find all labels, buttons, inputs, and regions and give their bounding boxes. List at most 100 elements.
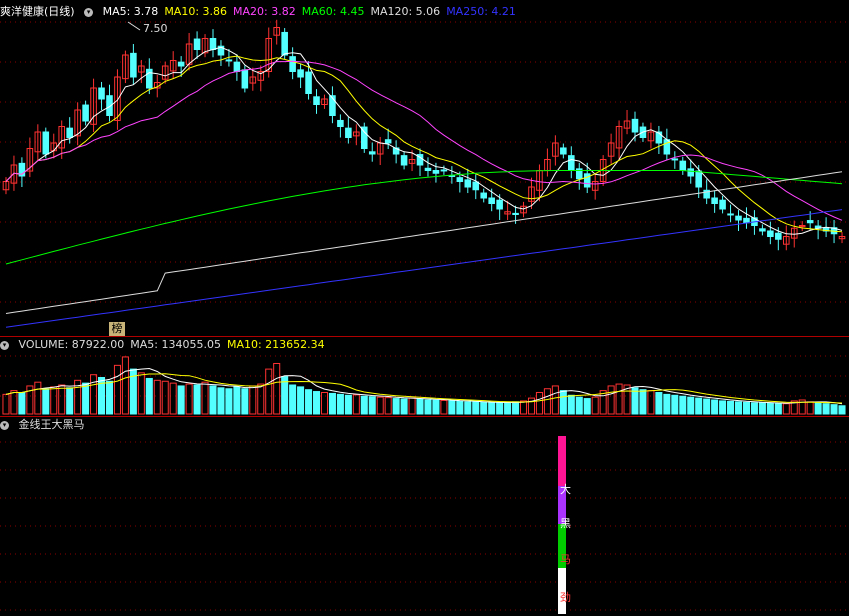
candle bbox=[512, 212, 519, 215]
volume-panel-header: ▾ VOLUME: 87922.00 MA5: 134055.05 MA10: 21… bbox=[0, 337, 337, 353]
candle bbox=[759, 228, 766, 232]
volume-bar bbox=[488, 402, 496, 415]
volume-bar bbox=[695, 397, 703, 415]
list-badge[interactable]: 榜 bbox=[109, 322, 125, 336]
volume-bar bbox=[352, 394, 360, 415]
volume-bar bbox=[424, 399, 432, 415]
volume-bar bbox=[90, 374, 98, 415]
volume-bar bbox=[448, 400, 456, 415]
candle bbox=[313, 96, 320, 106]
volume-bar bbox=[774, 403, 782, 415]
volume-legend: VOLUME: 87922.00 MA5: 134055.05 MA10: 2136… bbox=[19, 338, 331, 351]
candle bbox=[297, 69, 304, 78]
candle bbox=[305, 71, 312, 95]
volume-bar bbox=[368, 396, 376, 415]
candle bbox=[488, 197, 495, 204]
candle bbox=[384, 139, 392, 144]
volume-bar bbox=[416, 398, 424, 415]
volume-bar bbox=[249, 385, 257, 415]
volume-bar bbox=[161, 380, 169, 415]
volume-label-0: VOLUME: 87922.00 bbox=[18, 338, 125, 351]
ma-label-0: MA5: 3.78 bbox=[102, 5, 159, 18]
volume-bar bbox=[727, 400, 735, 415]
settings-circle-icon[interactable]: ▾ bbox=[0, 420, 9, 430]
stock-title[interactable]: 爽洋健康(日线) bbox=[0, 5, 75, 18]
volume-bar bbox=[145, 377, 153, 415]
volume-bar bbox=[512, 401, 520, 415]
volume-bar bbox=[464, 401, 472, 415]
volume-bar bbox=[273, 362, 281, 415]
volume-bar bbox=[105, 380, 114, 415]
candle bbox=[806, 220, 814, 224]
indicator-title[interactable]: 金线王大黑马 bbox=[19, 418, 85, 431]
settings-circle-icon[interactable]: ▾ bbox=[84, 7, 94, 17]
volume-bar bbox=[607, 385, 615, 415]
volume-bar bbox=[2, 393, 10, 415]
signal-char: 马 bbox=[560, 553, 571, 566]
candle bbox=[193, 38, 201, 50]
volume-bar bbox=[336, 393, 344, 415]
volume-bar bbox=[201, 381, 209, 415]
volume-bar bbox=[440, 399, 448, 415]
volume-bar bbox=[66, 387, 74, 415]
volume-bar bbox=[671, 394, 679, 415]
stock-chart[interactable]: 大黑马劲 bbox=[0, 0, 849, 616]
volume-bar bbox=[50, 386, 58, 415]
volume-bar bbox=[153, 379, 161, 415]
candle bbox=[480, 192, 488, 199]
volume-bar bbox=[185, 383, 193, 415]
volume-bar bbox=[328, 392, 336, 415]
candle bbox=[42, 131, 50, 155]
volume-bar bbox=[631, 387, 639, 415]
volume-bar bbox=[113, 364, 121, 415]
volume-bar bbox=[58, 384, 66, 415]
candle bbox=[743, 217, 750, 224]
volume-bar bbox=[750, 402, 758, 415]
candle bbox=[209, 38, 217, 50]
volume-bar bbox=[711, 399, 719, 415]
volume-bar bbox=[18, 391, 26, 415]
ma-label-1: MA10: 3.86 bbox=[164, 5, 228, 18]
volume-bar bbox=[535, 391, 543, 415]
candle bbox=[687, 168, 695, 177]
volume-bar bbox=[583, 398, 591, 415]
candle bbox=[98, 87, 105, 100]
volume-bar bbox=[814, 402, 822, 415]
candle bbox=[560, 147, 567, 155]
candle bbox=[767, 230, 774, 237]
volume-bar bbox=[615, 383, 623, 415]
volume-bar bbox=[591, 396, 599, 415]
volume-bar bbox=[543, 388, 551, 415]
ma-label-4: MA120: 5.06 bbox=[370, 5, 441, 18]
volume-bar bbox=[360, 395, 368, 415]
candle bbox=[289, 56, 296, 73]
volume-bar bbox=[782, 403, 790, 415]
volume-bar bbox=[766, 402, 774, 415]
candle bbox=[496, 199, 503, 210]
volume-label-1: MA5: 134055.05 bbox=[130, 338, 221, 351]
volume-bar bbox=[408, 397, 416, 415]
volume-bar bbox=[679, 395, 687, 415]
volume-bar bbox=[392, 398, 400, 415]
volume-bar bbox=[575, 396, 583, 415]
volume-bar bbox=[169, 382, 177, 415]
volume-bar bbox=[663, 393, 671, 415]
volume-bar bbox=[456, 400, 464, 415]
volume-bar bbox=[233, 386, 241, 415]
candle bbox=[82, 104, 89, 122]
volume-bar bbox=[42, 388, 50, 415]
ma250-line bbox=[5, 209, 843, 328]
candle bbox=[400, 155, 408, 166]
volume-bar bbox=[400, 398, 408, 415]
candle bbox=[735, 215, 742, 221]
candle bbox=[368, 151, 376, 155]
volume-bar bbox=[209, 385, 217, 415]
settings-circle-icon[interactable]: ▾ bbox=[0, 340, 9, 350]
volume-bar bbox=[241, 388, 249, 415]
main-panel-header: 爽洋健康(日线) ▾ MA5: 3.78 MA10: 3.86 MA20: 3.82… bbox=[0, 4, 528, 20]
volume-bar bbox=[742, 401, 750, 415]
ma10-line bbox=[5, 55, 843, 233]
volume-bar bbox=[312, 391, 321, 415]
volume-bar bbox=[734, 401, 743, 415]
candle bbox=[695, 170, 702, 188]
